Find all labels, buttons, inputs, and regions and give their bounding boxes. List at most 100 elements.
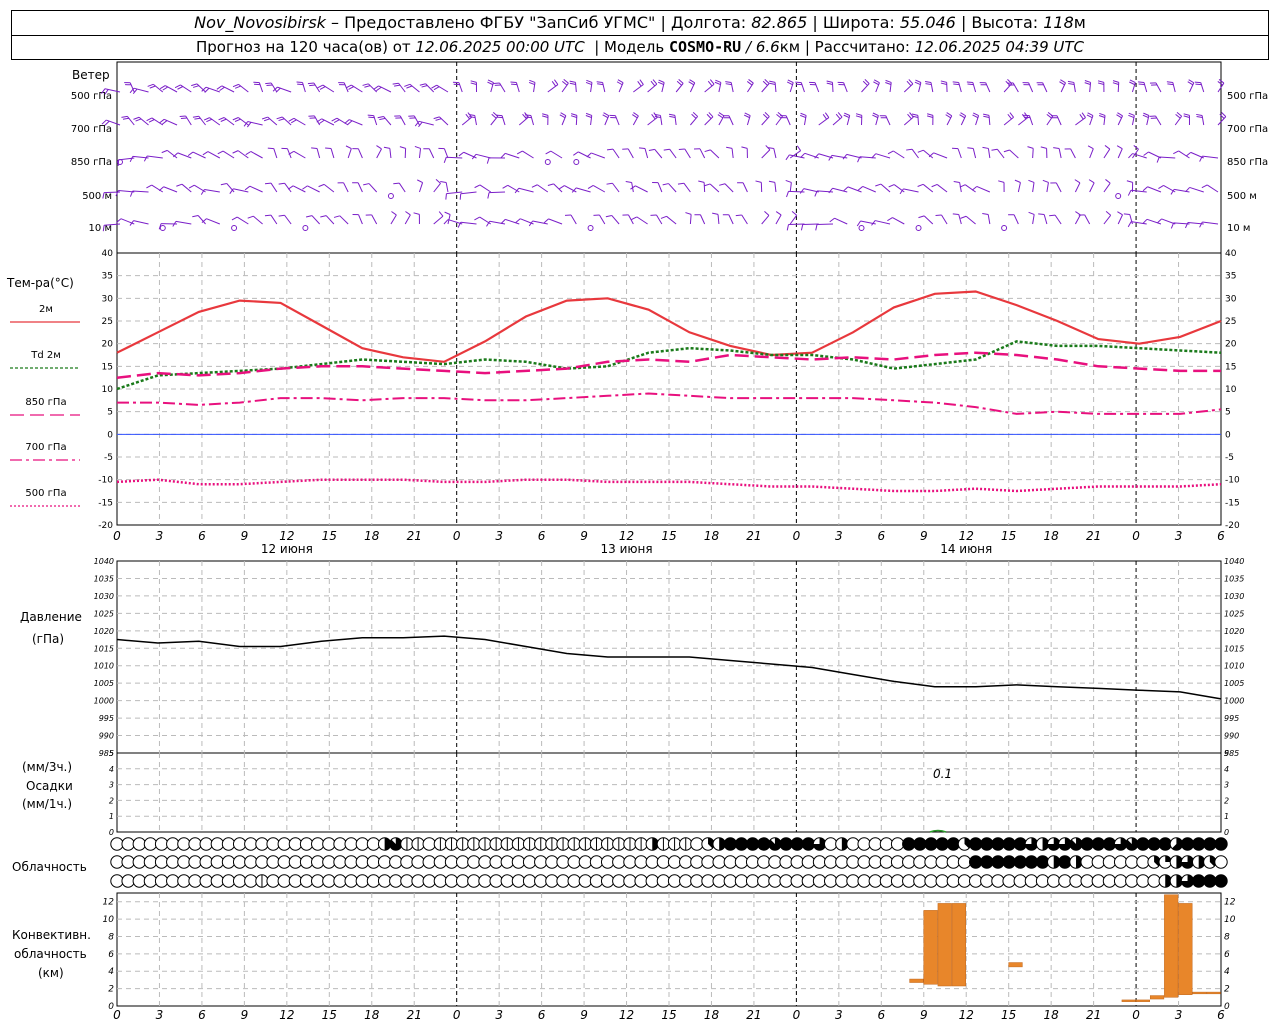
cloud-icon [823, 855, 838, 869]
cloud-icon [1013, 874, 1027, 888]
cloud-icon [556, 855, 570, 869]
wind-barb [911, 113, 920, 126]
temp-ytick-left: 40 [102, 249, 114, 259]
wind-barb [585, 79, 593, 93]
conv-ytick-right: 8 [1224, 932, 1230, 942]
cloud-icon [154, 837, 169, 851]
wind-barb [311, 147, 321, 159]
cloud-icon [143, 874, 158, 888]
cloud-icon [500, 874, 515, 888]
cloud-icon [522, 874, 537, 888]
pressure-ytick-left: 1040 [94, 557, 114, 566]
pressure-ytick-right: 990 [1224, 732, 1239, 741]
wind-barb [818, 112, 830, 126]
wind-barb [1138, 81, 1148, 93]
pressure-ytick-left: 1025 [94, 609, 114, 618]
cloud-icon [935, 874, 949, 888]
pressure-title: Давление [20, 610, 82, 624]
wind-barb [861, 79, 870, 93]
cloud-icon [623, 874, 637, 888]
temp-legend-label: 850 гПа [25, 397, 66, 408]
cloud-icon [210, 837, 225, 851]
wind-barb [1103, 179, 1111, 193]
cloud-icon [600, 855, 615, 869]
conv-bar [937, 903, 952, 987]
cloud-icon [1113, 837, 1128, 851]
cloud-icon [589, 855, 604, 869]
cloud-icon [221, 837, 236, 851]
wind-barb [1003, 149, 1019, 159]
cloud-icon [757, 837, 771, 851]
cloud-icon [288, 837, 303, 851]
cloud-icon [612, 874, 626, 888]
pressure-ytick-right: 1035 [1224, 574, 1244, 583]
precip-note: 0.1 [933, 767, 953, 781]
conv-ytick-right: 4 [1224, 967, 1230, 977]
wind-barb [785, 154, 805, 161]
wind-barb [569, 80, 577, 93]
wind-barb [367, 114, 378, 126]
cloud-icon [299, 874, 314, 888]
cloud-icon [957, 874, 972, 888]
cloud-icon [255, 874, 269, 888]
pressure-ytick-left: 1010 [94, 662, 114, 671]
x-tick-label-bottom: 0 [1132, 1008, 1140, 1022]
cloud-icon [1069, 855, 1083, 869]
cloud-icon [311, 874, 325, 888]
wind-barb [187, 151, 206, 159]
cloud-icon [478, 855, 492, 869]
wind-barb [625, 180, 634, 193]
wind-barb [296, 81, 306, 93]
cloud-icon [600, 874, 615, 888]
cloud-icon [166, 874, 180, 888]
temp-ytick-left: -5 [104, 453, 113, 463]
cloud-icon [879, 837, 894, 851]
cloud-icon [322, 874, 336, 888]
wind-barb [931, 183, 948, 193]
cloud-icon [1203, 837, 1217, 851]
wind-barb [979, 82, 991, 93]
wind-barb [768, 180, 777, 193]
wind-barb [253, 81, 264, 93]
wind-barb [786, 79, 794, 93]
wind-barb [146, 184, 164, 193]
wind-barb [879, 115, 891, 126]
cloud-icon [1069, 837, 1083, 851]
cloud-icon [1047, 874, 1061, 888]
cloud-icon [467, 837, 481, 851]
wind-barb [1067, 80, 1076, 93]
meteogram: -20 -20-15 -15-10 -10-5 -50 05 510 1015 1520 2025… [10, 61, 1268, 1022]
wind-barb [542, 113, 549, 126]
temp-ytick-left: 5 [107, 408, 113, 418]
x-tick-label: 9 [580, 529, 588, 543]
wind-barb [633, 79, 644, 93]
conv-ytick-left: 12 [103, 898, 115, 908]
wind-barb [414, 145, 422, 159]
cloud-icon [244, 837, 258, 851]
cloud-icon [835, 874, 849, 888]
wind-barb [1116, 112, 1124, 126]
cloud-icon [199, 837, 213, 851]
pressure-ytick-left: 990 [99, 732, 114, 741]
wind-barb [755, 180, 763, 193]
cloud-icon [467, 874, 481, 888]
conv-ytick-right: 2 [1224, 985, 1230, 995]
wind-barb [452, 81, 463, 93]
wind-barb [345, 84, 363, 93]
cloud-icon [377, 837, 392, 851]
cloud-icon [444, 855, 459, 869]
temp-ytick-left: 35 [102, 272, 113, 282]
wind-level-label-right: 850 гПа [1227, 157, 1268, 168]
cloud-icon [567, 837, 581, 851]
cloud-icon [333, 874, 347, 888]
wind-barb [735, 214, 748, 225]
day-label: 12 июня [261, 542, 313, 556]
wind-calm [1001, 225, 1008, 231]
x-tick-label-bottom: 9 [920, 1008, 928, 1022]
wind-barb [264, 214, 278, 225]
wind-title: Ветер [72, 68, 110, 82]
precip-ytick-left: 5 [109, 749, 114, 758]
cloud-icon [255, 837, 269, 851]
wind-barb [982, 212, 991, 225]
wind-barb [1008, 214, 1019, 225]
